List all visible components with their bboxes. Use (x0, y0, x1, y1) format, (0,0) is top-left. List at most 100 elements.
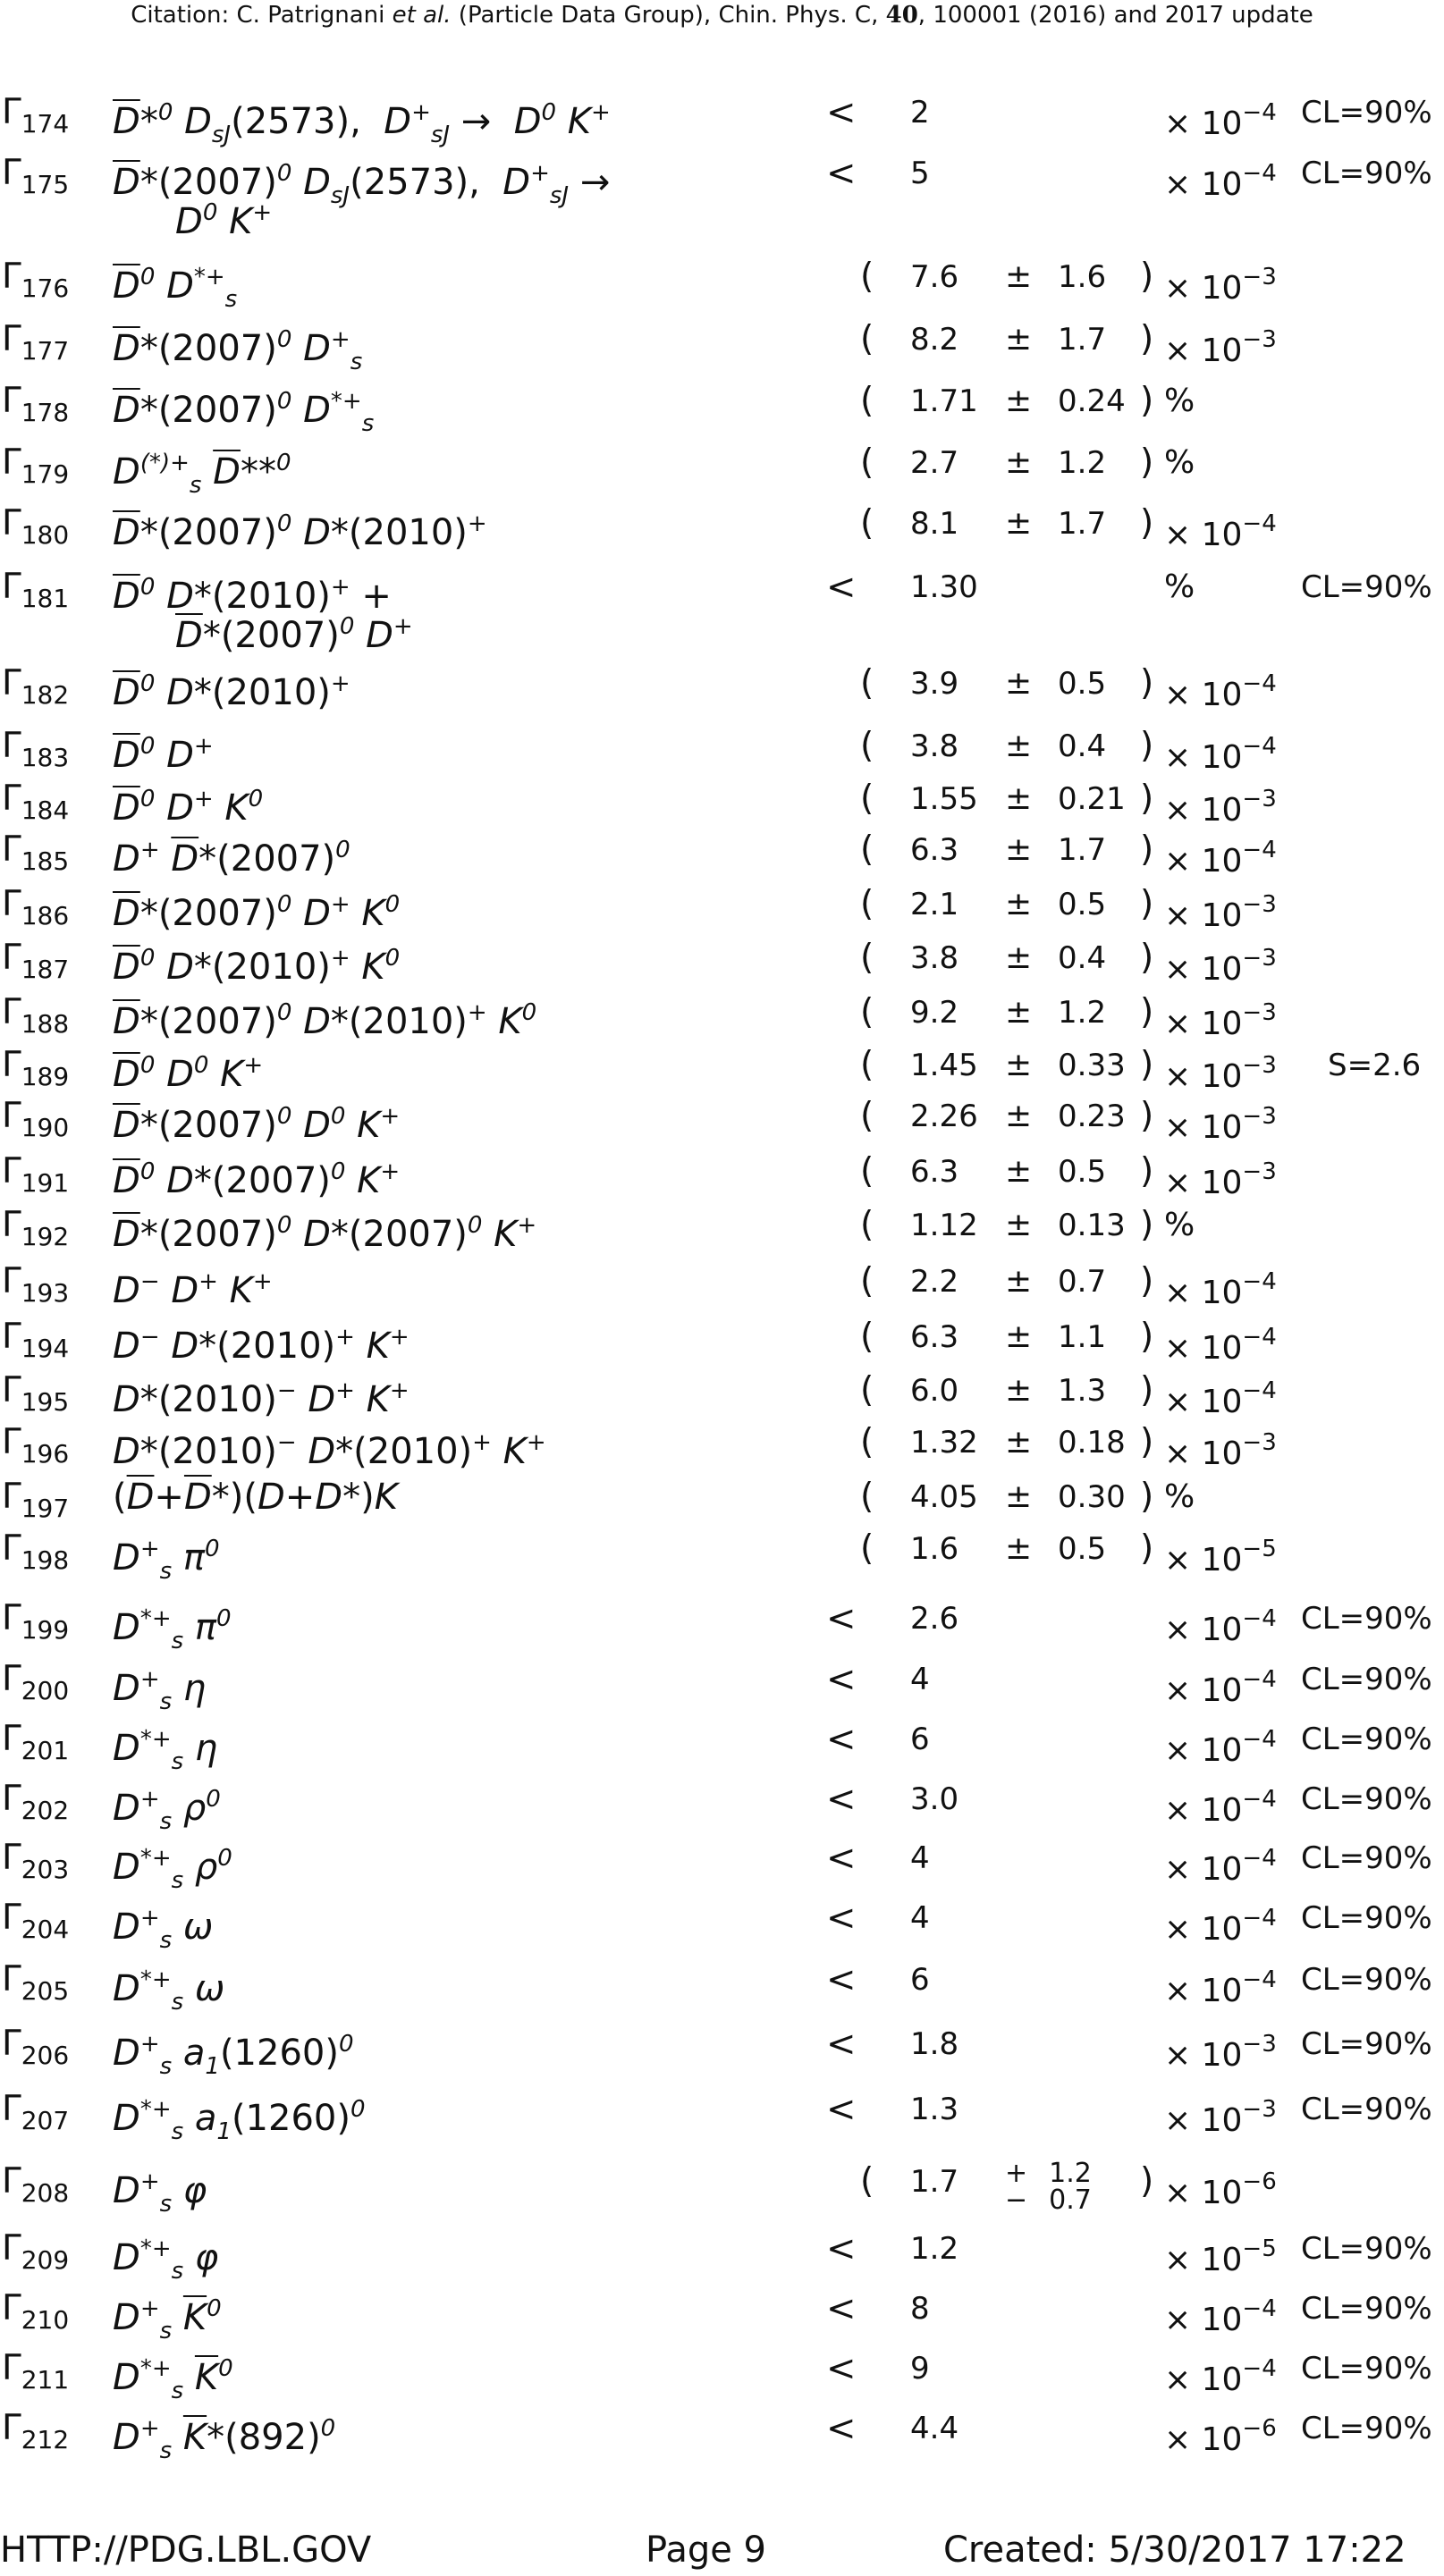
confidence-level: CL=90% (1301, 2291, 1432, 2327)
fraction-unit: × 10−4 (1164, 1966, 1277, 2009)
limit-sign: < (826, 92, 857, 133)
decay-mode: D(*)+s D**0 (113, 450, 291, 499)
fraction-value: 4 (910, 1840, 930, 1876)
fraction-unit: × 10−4 (1164, 1845, 1277, 1888)
decay-id: Γ203 (2, 1838, 70, 1884)
fraction-error: 1.1 (1058, 1319, 1107, 1355)
fraction-unit: × 10−5 (1164, 1536, 1277, 1578)
decay-mode: D+s K0 (113, 2295, 222, 2344)
fraction-value: 4 (910, 1900, 930, 1936)
fraction-unit: × 10−6 (1164, 2168, 1277, 2211)
limit-sign: < (826, 567, 857, 608)
decay-id: Γ179 (2, 442, 70, 489)
plus-minus: ± (1005, 939, 1033, 976)
close-paren: ) (1140, 257, 1154, 297)
close-paren: ) (1140, 1317, 1154, 1357)
fraction-unit: × 10−4 (1164, 1324, 1277, 1367)
plus-minus: ± (1005, 383, 1033, 419)
close-paren: ) (1140, 992, 1154, 1032)
decay-mode: D*(2007)0 D+ K0 (113, 891, 401, 934)
decay-id: Γ175 (2, 153, 70, 199)
fraction-value: 8.1 (910, 506, 959, 542)
plus-minus: ± (1005, 728, 1033, 764)
fraction-error: 0.13 (1058, 1208, 1126, 1243)
scale-factor: S=2.6 (1328, 1048, 1422, 1083)
fraction-unit: × 10−3 (1164, 1052, 1277, 1095)
decay-id: Γ176 (2, 257, 70, 303)
fraction-error: 0.4 (1058, 728, 1107, 764)
close-paren: ) (1140, 1370, 1154, 1410)
fraction-unit: × 10−3 (1164, 264, 1277, 307)
plus-minus: ± (1005, 1207, 1033, 1243)
fraction-unit: × 10−4 (1164, 2295, 1277, 2338)
open-paren: ( (860, 663, 874, 703)
fraction-value: 6.0 (910, 1373, 959, 1409)
confidence-level: CL=90% (1301, 1900, 1432, 1936)
decay-mode: D*(2007)0 DsJ(2573), D+sJ → D0 K+ (113, 160, 611, 242)
decay-id: Γ205 (2, 1959, 70, 2006)
open-paren: ( (860, 1422, 874, 1462)
fraction-value: 1.30 (910, 569, 978, 605)
confidence-level: CL=90% (1301, 2092, 1432, 2127)
fraction-value: 5 (910, 156, 930, 191)
plus-minus: ± (1005, 665, 1033, 702)
confidence-level: CL=90% (1301, 2231, 1432, 2267)
limit-sign: < (826, 2288, 857, 2329)
fraction-error: 1.2 (1058, 995, 1107, 1031)
plus-minus: ± (1005, 780, 1033, 817)
close-paren: ) (1140, 1096, 1154, 1136)
decay-id: Γ183 (2, 726, 70, 772)
fraction-error: 0.5 (1058, 1154, 1107, 1190)
close-paren: ) (1140, 1151, 1154, 1191)
close-paren: ) (1140, 442, 1154, 483)
close-paren: ) (1140, 726, 1154, 766)
decay-mode: D0 D*(2010)+ + D*(2007)0 D+ (113, 574, 413, 656)
open-paren: ( (860, 2161, 874, 2201)
open-paren: ( (860, 1151, 874, 1191)
open-paren: ( (860, 1528, 874, 1569)
fraction-error: 1.7 (1058, 506, 1107, 542)
limit-sign: < (826, 1779, 857, 1820)
close-paren: ) (1140, 1422, 1154, 1462)
fraction-unit: × 10−3 (1164, 786, 1277, 829)
open-paren: ( (860, 257, 874, 297)
fraction-error: 0.21 (1058, 781, 1126, 817)
fraction-value: 6.3 (910, 1154, 959, 1190)
decay-id: Γ186 (2, 884, 70, 930)
plus-minus: ± (1005, 1098, 1033, 1134)
plus-minus: ± (1005, 1478, 1033, 1515)
open-paren: ( (860, 992, 874, 1032)
footer-url[interactable]: HTTP://PDG.LBL.GOV (0, 2530, 371, 2571)
footer-page-number: Page 9 (646, 2530, 766, 2571)
plus-minus: ± (1005, 505, 1033, 542)
decay-mode: D*(2007)0 D*+s (113, 388, 375, 437)
decay-mode: D+ D*(2007)0 (113, 837, 350, 880)
open-paren: ( (860, 884, 874, 924)
plus-minus: ± (1005, 1318, 1033, 1355)
decay-mode: D*(2007)0 D0 K+ (113, 1103, 401, 1146)
limit-sign: < (826, 1719, 857, 1760)
decay-mode: D*+s π0 (113, 1605, 232, 1654)
fraction-unit: % (1164, 1207, 1195, 1243)
fraction-unit: × 10−3 (1164, 326, 1277, 369)
decay-id: Γ190 (2, 1096, 70, 1142)
decay-mode: D+s η (113, 1666, 207, 1715)
decay-id: Γ210 (2, 2288, 70, 2335)
decay-id: Γ180 (2, 503, 70, 550)
open-paren: ( (860, 829, 874, 870)
fraction-unit: × 10−4 (1164, 2355, 1277, 2398)
fraction-value: 1.71 (910, 383, 978, 419)
decay-mode-table: Γ174 D*0 DsJ(2573), D+sJ → D0 K+ <2 × 10−4 C… (0, 0, 1444, 2576)
fraction-unit: × 10−4 (1164, 1786, 1277, 1829)
close-paren: ) (1140, 1045, 1154, 1085)
fraction-value: 1.12 (910, 1208, 978, 1243)
fraction-value: 6 (910, 1722, 930, 1757)
plus-minus: ± (1005, 321, 1033, 358)
decay-mode: D*+s ρ0 (113, 1845, 232, 1894)
limit-sign: < (826, 1659, 857, 1700)
decay-id: Γ204 (2, 1898, 70, 1944)
open-paren: ( (860, 503, 874, 543)
fraction-unit: × 10−3 (1164, 2031, 1277, 2074)
plus-minus: ± (1005, 1372, 1033, 1409)
close-paren: ) (1140, 829, 1154, 870)
